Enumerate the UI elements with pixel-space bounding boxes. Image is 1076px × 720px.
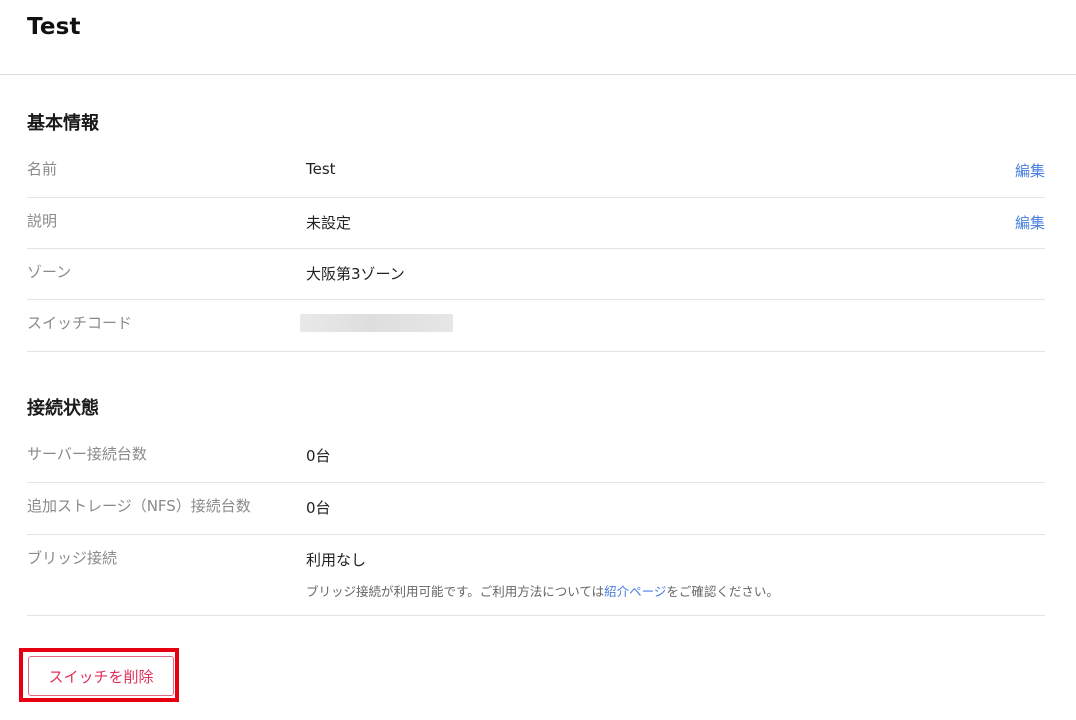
row-label: 説明 (27, 212, 58, 230)
row-value: 未設定 (306, 214, 352, 232)
connection-row-servers: サーバー接続台数 0台 (27, 431, 1045, 483)
info-row-name: 名前 Test 編集 (27, 146, 1045, 198)
section-heading-basic-info: 基本情報 (27, 113, 99, 134)
bridge-note-text: ブリッジ接続が利用可能です。ご利用方法については (306, 584, 605, 599)
row-label: 追加ストレージ（NFS）接続台数 (27, 497, 251, 515)
page-header: Test (0, 0, 1076, 75)
row-value: 大阪第3ゾーン (306, 265, 405, 283)
row-label: サーバー接続台数 (27, 445, 147, 463)
edit-name-link[interactable]: 編集 (1015, 160, 1045, 181)
info-row-description: 説明 未設定 編集 (27, 198, 1045, 249)
delete-switch-button[interactable]: スイッチを削除 (28, 656, 174, 696)
row-label: 名前 (27, 160, 58, 178)
row-value: Test (306, 160, 336, 178)
intro-page-link[interactable]: 紹介ページ (604, 584, 666, 599)
info-row-switch-code: スイッチコード (27, 300, 1045, 352)
row-value: 0台 (306, 447, 331, 465)
row-label: ブリッジ接続 (27, 549, 118, 567)
bridge-note: ブリッジ接続が利用可能です。ご利用方法については紹介ページをご確認ください。 (306, 581, 779, 600)
section-heading-connection: 接続状態 (27, 398, 99, 419)
connection-row-nfs: 追加ストレージ（NFS）接続台数 0台 (27, 483, 1045, 535)
row-value: 利用なし (306, 551, 367, 569)
masked-switch-code (300, 314, 453, 332)
bridge-note-text-end: をご確認ください。 (666, 584, 779, 599)
connection-row-bridge: ブリッジ接続 利用なし ブリッジ接続が利用可能です。ご利用方法については紹介ペー… (27, 535, 1045, 616)
row-label: ゾーン (27, 263, 72, 281)
row-label: スイッチコード (27, 314, 133, 332)
page-title: Test (27, 14, 81, 40)
edit-description-link[interactable]: 編集 (1015, 212, 1045, 233)
info-row-zone: ゾーン 大阪第3ゾーン (27, 249, 1045, 300)
row-value: 0台 (306, 499, 331, 517)
